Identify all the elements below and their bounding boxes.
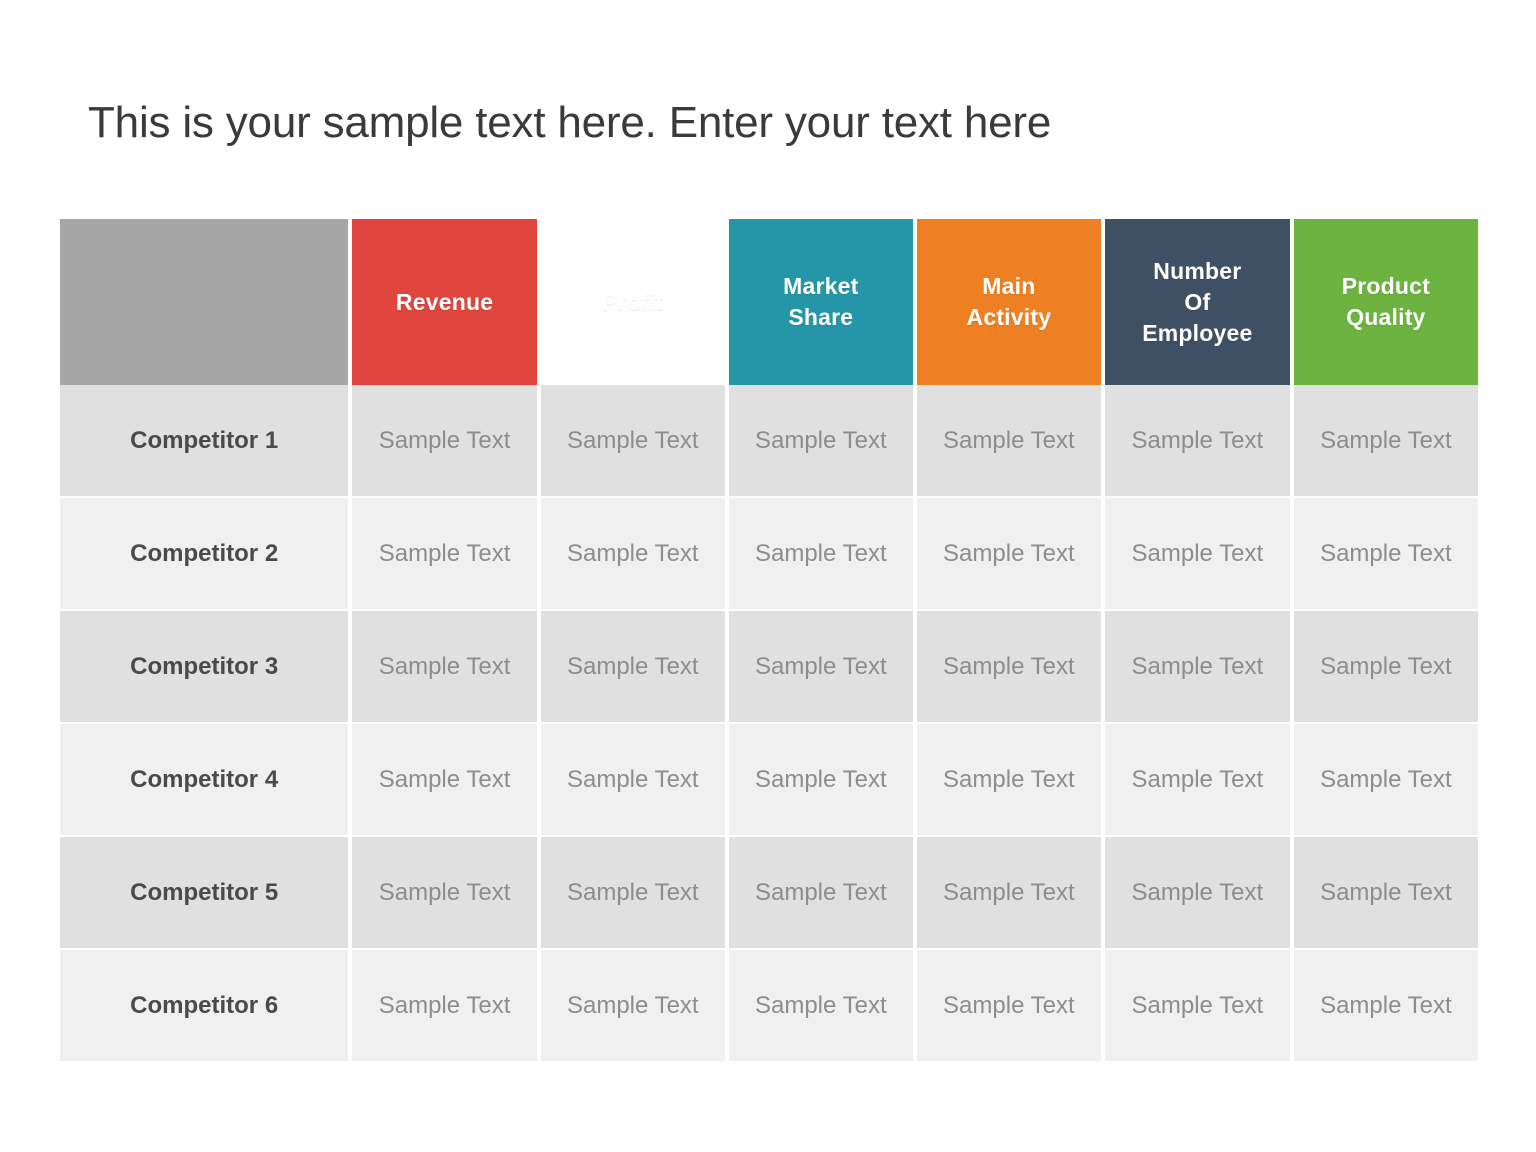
table-cell[interactable]: Sample Text	[728, 724, 917, 837]
column-header-revenue-line-1: Revenue	[395, 288, 494, 315]
table-cell[interactable]: Sample Text	[352, 385, 541, 498]
table-cell[interactable]: Sample Text	[352, 724, 541, 837]
table-cell[interactable]: Sample Text	[916, 724, 1105, 837]
row-label-competitor-3: Competitor 3	[60, 611, 353, 724]
table-cell[interactable]: Sample Text	[1293, 498, 1478, 611]
table-cell[interactable]: Sample Text	[540, 837, 729, 950]
row-label-competitor-1: Competitor 1	[60, 385, 353, 498]
row-label-competitor-2: Competitor 2	[60, 498, 353, 611]
table-cell[interactable]: Sample Text	[1293, 385, 1478, 498]
table-cell[interactable]: Sample Text	[728, 385, 917, 498]
table-cell[interactable]: Sample Text	[728, 837, 917, 950]
column-header-main-activity[interactable]: Main Activity	[916, 219, 1105, 385]
table-header-row: Revenue Profit Market Share Main Activit…	[60, 219, 1478, 385]
column-header-product-quality[interactable]: Product Quality	[1293, 219, 1478, 385]
column-header-main-activity-line-1: Main	[982, 273, 1036, 299]
column-header-number-of-employee-line-3: Employee	[1142, 319, 1253, 346]
column-header-market-share[interactable]: Market Share	[728, 219, 917, 385]
table-row[interactable]: Competitor 1 Sample Text Sample Text Sample…	[60, 385, 1478, 498]
table-cell[interactable]: Sample Text	[916, 498, 1105, 611]
table-cell[interactable]: Sample Text	[1293, 837, 1478, 950]
column-header-profit-line-1: Profit	[602, 288, 664, 315]
table-row[interactable]: Competitor 6 Sample Text Sample Text Sample…	[60, 950, 1478, 1063]
table-cell[interactable]: Sample Text	[1104, 385, 1294, 498]
table-cell[interactable]: Sample Text	[916, 611, 1105, 724]
table-body: Competitor 1 Sample Text Sample Text Sample…	[60, 385, 1478, 1063]
table-row[interactable]: Competitor 4 Sample Text Sample Text Sample…	[60, 724, 1478, 837]
table-cell[interactable]: Sample Text	[1293, 724, 1478, 837]
table-cell[interactable]: Sample Text	[352, 611, 541, 724]
table-cell[interactable]: Sample Text	[1104, 724, 1294, 837]
table-cell[interactable]: Sample Text	[1104, 837, 1294, 950]
column-header-number-of-employee[interactable]: Number Of Employee	[1104, 219, 1294, 385]
column-header-market-share-line-2: Share	[788, 304, 854, 330]
column-header-revenue[interactable]: Revenue	[352, 219, 541, 385]
column-header-market-share-line-1: Market	[783, 273, 859, 299]
table-cell[interactable]: Sample Text	[540, 950, 729, 1063]
table-cell[interactable]: Sample Text	[1293, 611, 1478, 724]
column-header-product-quality-line-1: Product	[1341, 273, 1431, 299]
column-header-product-quality-line-2: Quality	[1346, 304, 1426, 330]
page-title: This is your sample text here. Enter you…	[88, 98, 1052, 147]
table-header-corner	[60, 219, 353, 385]
table-cell[interactable]: Sample Text	[352, 950, 541, 1063]
table-cell[interactable]: Sample Text	[916, 385, 1105, 498]
column-header-main-activity-line-2: Activity	[966, 304, 1052, 330]
column-header-profit[interactable]: Profit	[541, 219, 729, 385]
table-cell[interactable]: Sample Text	[352, 498, 541, 611]
row-label-competitor-5: Competitor 5	[60, 837, 353, 950]
table-row[interactable]: Competitor 2 Sample Text Sample Text Sample…	[60, 498, 1478, 611]
column-header-number-of-employee-line-1: Number	[1153, 257, 1242, 284]
table-cell[interactable]: Sample Text	[728, 498, 917, 611]
table-row[interactable]: Competitor 3 Sample Text Sample Text Sample…	[60, 611, 1478, 724]
table-cell[interactable]: Sample Text	[540, 498, 729, 611]
table-cell[interactable]: Sample Text	[1104, 611, 1294, 724]
row-label-competitor-6: Competitor 6	[60, 950, 353, 1063]
table-cell[interactable]: Sample Text	[540, 385, 729, 498]
column-header-number-of-employee-line-2: Of	[1184, 288, 1211, 315]
table-cell[interactable]: Sample Text	[728, 950, 917, 1063]
table-cell[interactable]: Sample Text	[1293, 950, 1478, 1063]
table-cell[interactable]: Sample Text	[1104, 950, 1294, 1063]
table-cell[interactable]: Sample Text	[916, 837, 1105, 950]
table-row[interactable]: Competitor 5 Sample Text Sample Text Sample…	[60, 837, 1478, 950]
table-cell[interactable]: Sample Text	[540, 724, 729, 837]
row-label-competitor-4: Competitor 4	[60, 724, 353, 837]
table-cell[interactable]: Sample Text	[540, 611, 729, 724]
competitor-comparison-table: Revenue Profit Market Share Main Activit…	[60, 219, 1478, 1063]
slide-canvas: This is your sample text here. Enter you…	[0, 0, 1536, 1152]
table-cell[interactable]: Sample Text	[728, 611, 917, 724]
table-cell[interactable]: Sample Text	[352, 837, 541, 950]
table-cell[interactable]: Sample Text	[916, 950, 1105, 1063]
table-cell[interactable]: Sample Text	[1104, 498, 1294, 611]
